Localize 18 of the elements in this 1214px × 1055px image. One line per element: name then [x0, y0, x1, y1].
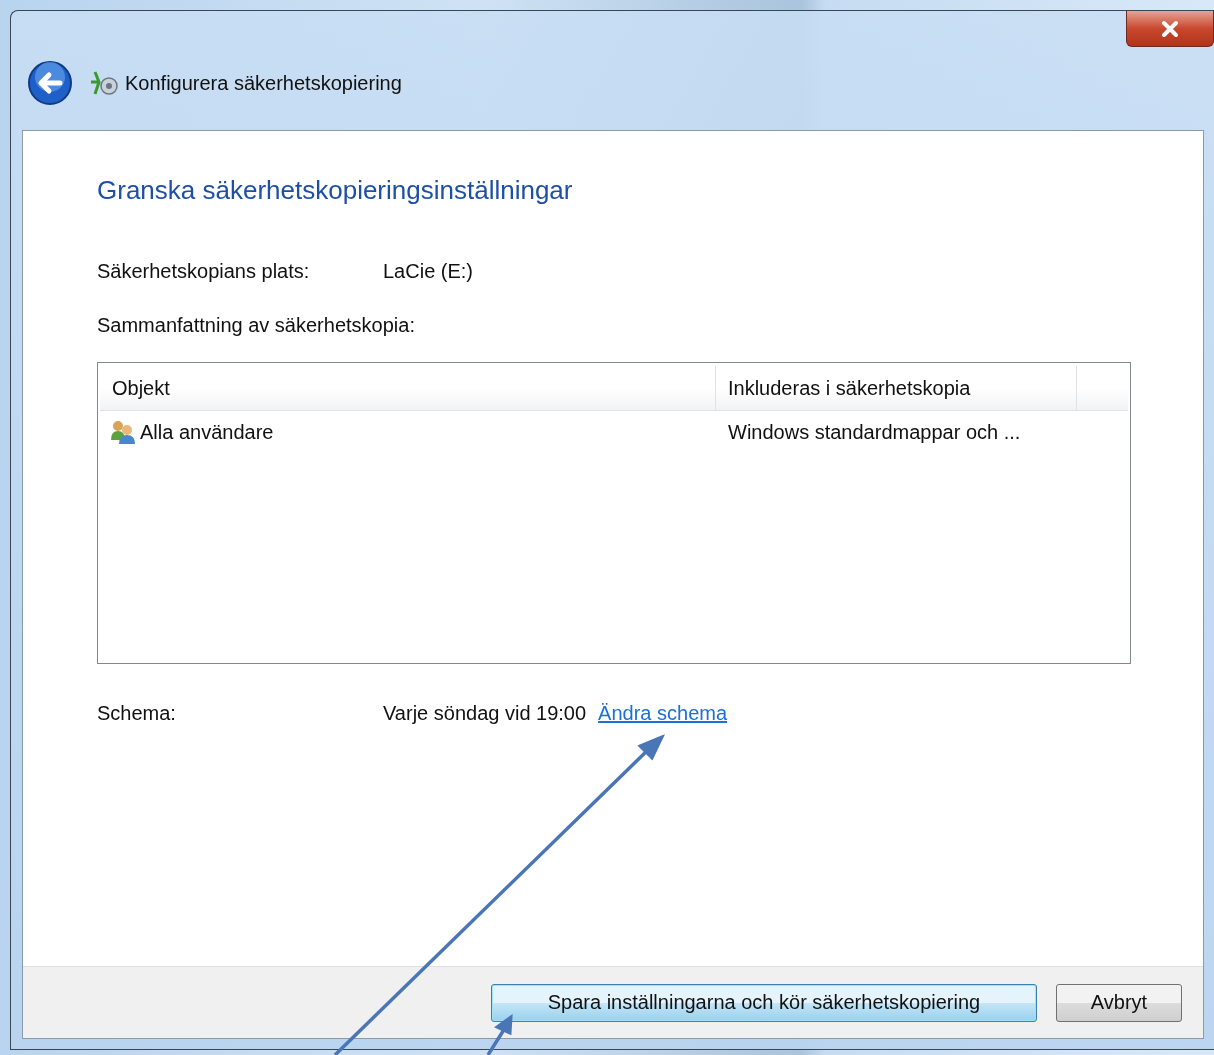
window-title: Konfigurera säkerhetskopiering	[125, 71, 402, 95]
column-header[interactable]: Objekt	[100, 366, 716, 410]
summary-label: Sammanfattning av säkerhetskopia:	[97, 314, 416, 337]
back-button[interactable]	[27, 60, 73, 106]
save-button[interactable]: Spara inställningarna och kör säkerhetskopiering	[491, 983, 1037, 1022]
schedule-value: Varje söndag vid 19:00	[383, 702, 587, 725]
schedule-label: Schema:	[97, 702, 177, 725]
location-value: LaCie (E:)	[383, 260, 474, 283]
change-schedule-link[interactable]: Ändra schema	[598, 702, 728, 725]
column-header[interactable]: Inkluderas i säkerhetskopia	[716, 366, 1077, 410]
close-icon	[1159, 19, 1181, 38]
users-icon	[110, 420, 136, 444]
cancel-button[interactable]: Avbryt	[1056, 983, 1182, 1022]
page-heading: Granska säkerhetskopieringsinställningar	[97, 175, 574, 206]
table-cell: Windows standardmappar och ...	[728, 420, 1021, 444]
location-label: Säkerhetskopians plats:	[97, 260, 311, 283]
close-button[interactable]	[1126, 11, 1214, 47]
table-cell: Alla användare	[140, 420, 274, 444]
